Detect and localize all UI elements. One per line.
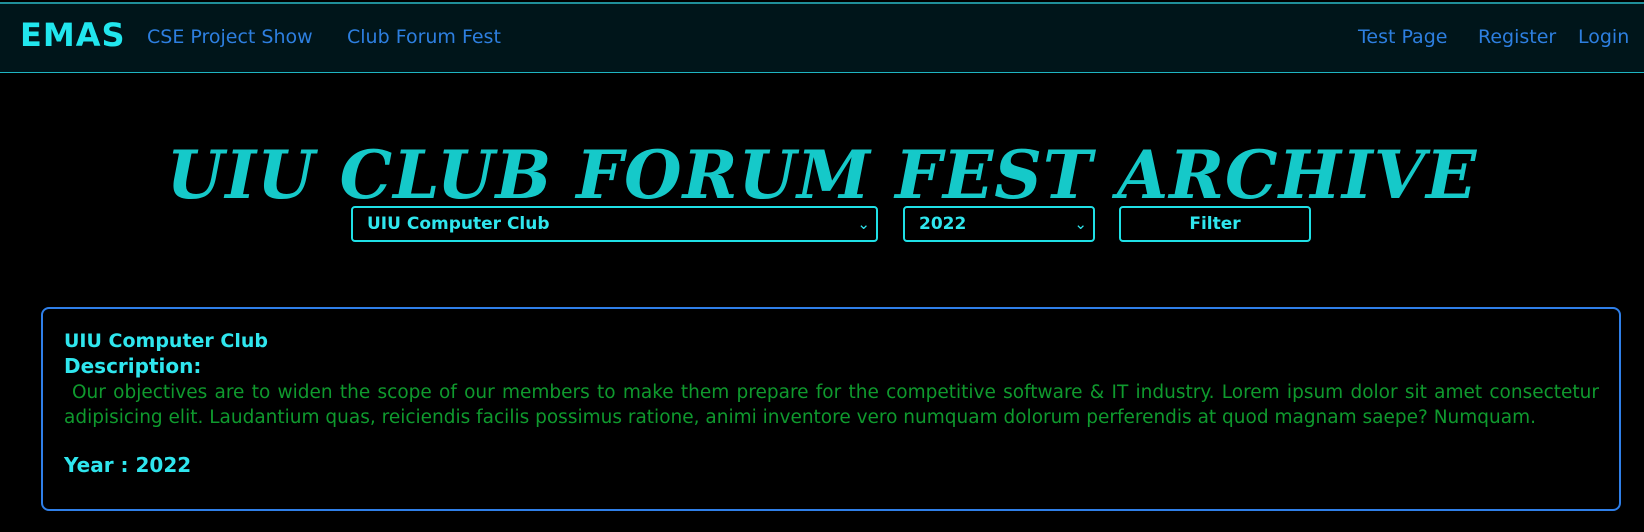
card-club-name: UIU Computer Club (64, 330, 268, 352)
chevron-down-icon: ⌄ (857, 215, 870, 233)
card-year: Year : 2022 (64, 453, 192, 477)
card-description-label: Description: (64, 354, 202, 378)
year-select[interactable]: 2022 ⌄ (903, 206, 1095, 242)
nav-link-cse-project-show[interactable]: CSE Project Show (147, 26, 313, 48)
top-navbar: EMAS CSE Project Show Club Forum Fest Te… (0, 2, 1644, 73)
nav-link-club-forum-fest[interactable]: Club Forum Fest (347, 26, 501, 48)
nav-link-login[interactable]: Login (1578, 26, 1629, 48)
club-select-value: UIU Computer Club (367, 214, 550, 234)
filter-button[interactable]: Filter (1119, 206, 1311, 242)
nav-link-register[interactable]: Register (1478, 26, 1556, 48)
chevron-down-icon: ⌄ (1074, 215, 1087, 233)
year-select-value: 2022 (919, 214, 967, 234)
fest-card: UIU Computer Club Description: Our objec… (41, 307, 1621, 511)
club-select[interactable]: UIU Computer Club ⌄ (351, 206, 878, 242)
page-title: UIU CLUB FORUM FEST ARCHIVE (166, 136, 1478, 215)
card-description: Our objectives are to widen the scope of… (64, 382, 1599, 428)
brand-logo[interactable]: EMAS (20, 16, 126, 54)
nav-link-test-page[interactable]: Test Page (1358, 26, 1447, 48)
